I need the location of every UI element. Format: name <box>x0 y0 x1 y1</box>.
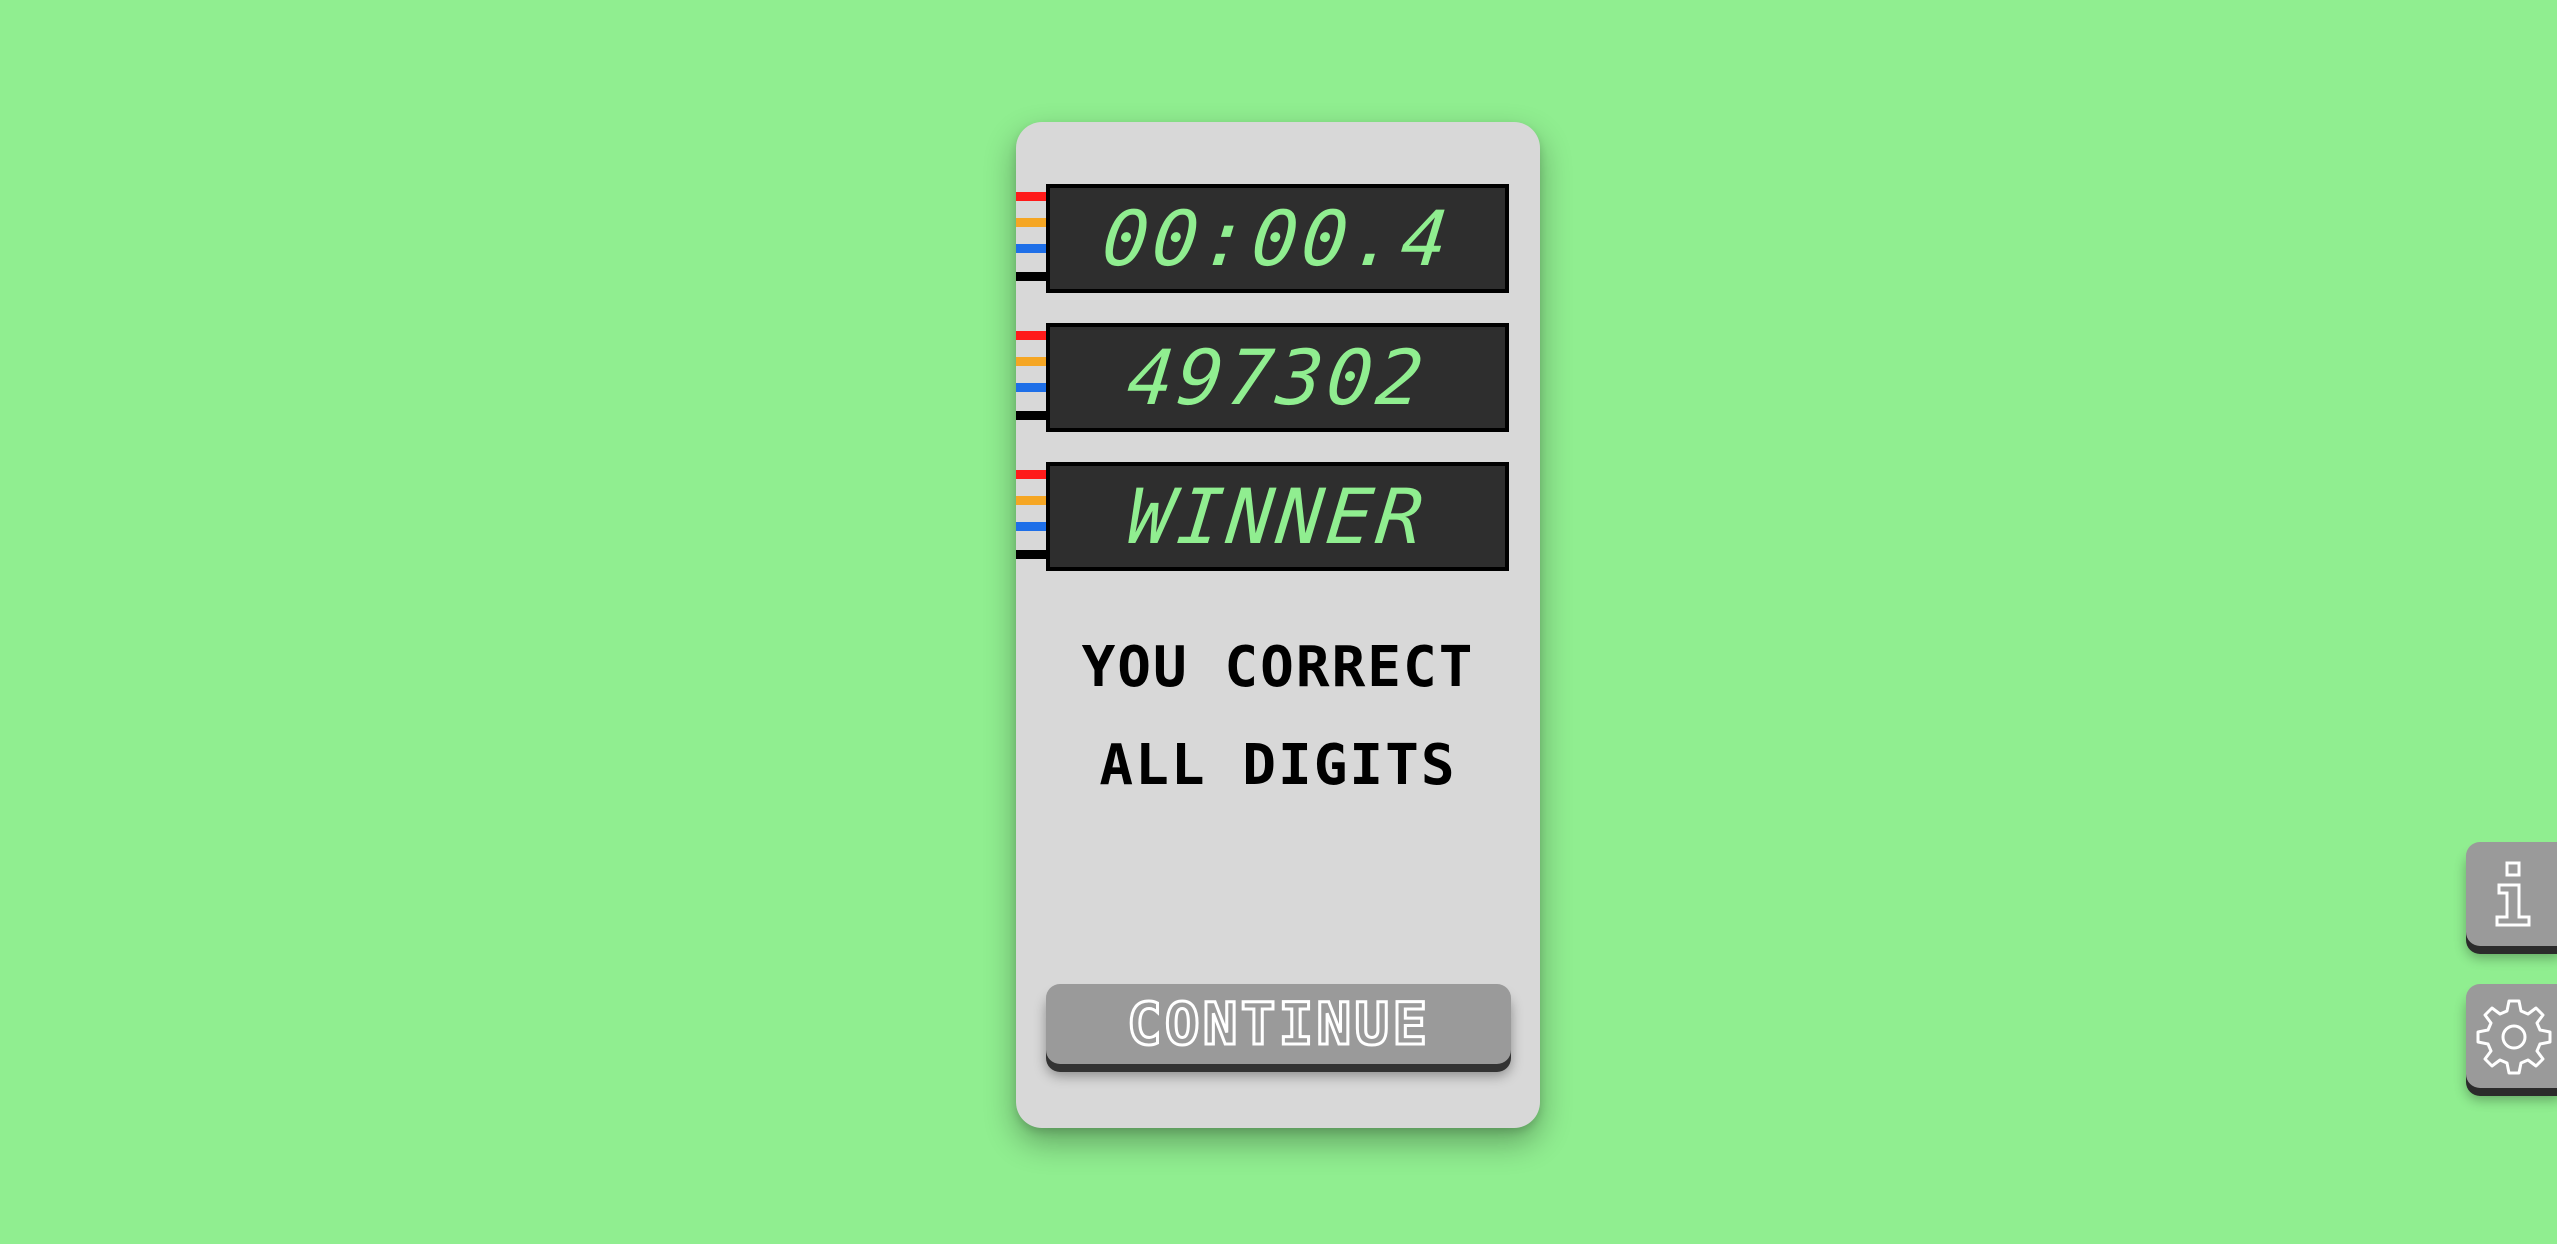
wire-black <box>1016 550 1046 559</box>
wire-orange <box>1016 496 1046 505</box>
code-display-row: 497302 <box>1016 323 1540 432</box>
code-display: 497302 <box>1046 323 1509 432</box>
wire-orange <box>1016 218 1046 227</box>
timer-display-row: 00:00.4 <box>1016 184 1540 293</box>
game-panel: 00:00.4 497302 WINNER YOU CORRECT ALL DI… <box>1016 122 1540 1128</box>
continue-button[interactable]: CONTINUE <box>1046 984 1511 1064</box>
status-value: WINNER <box>1123 471 1432 561</box>
wire-blue <box>1016 383 1046 392</box>
code-value: 497302 <box>1123 332 1432 422</box>
code-wires <box>1016 331 1046 423</box>
status-wires <box>1016 470 1046 562</box>
status-display: WINNER <box>1046 462 1509 571</box>
wire-black <box>1016 411 1046 420</box>
wire-blue <box>1016 522 1046 531</box>
timer-value: 00:00.4 <box>1098 193 1457 283</box>
wire-red <box>1016 331 1046 340</box>
wire-red <box>1016 470 1046 479</box>
result-message: YOU CORRECT ALL DIGITS <box>1016 619 1540 815</box>
timer-wires <box>1016 192 1046 284</box>
settings-button[interactable] <box>2466 984 2557 1088</box>
result-message-line-1: YOU CORRECT <box>1081 635 1475 700</box>
gear-icon <box>2475 997 2553 1075</box>
wire-black <box>1016 272 1046 281</box>
wire-red <box>1016 192 1046 201</box>
status-display-row: WINNER <box>1016 462 1540 571</box>
info-icon <box>2489 859 2539 929</box>
continue-button-label: CONTINUE <box>1125 989 1431 1060</box>
result-message-line-2: ALL DIGITS <box>1099 733 1457 798</box>
info-button[interactable] <box>2466 842 2557 946</box>
wire-blue <box>1016 244 1046 253</box>
wire-orange <box>1016 357 1046 366</box>
timer-display: 00:00.4 <box>1046 184 1509 293</box>
